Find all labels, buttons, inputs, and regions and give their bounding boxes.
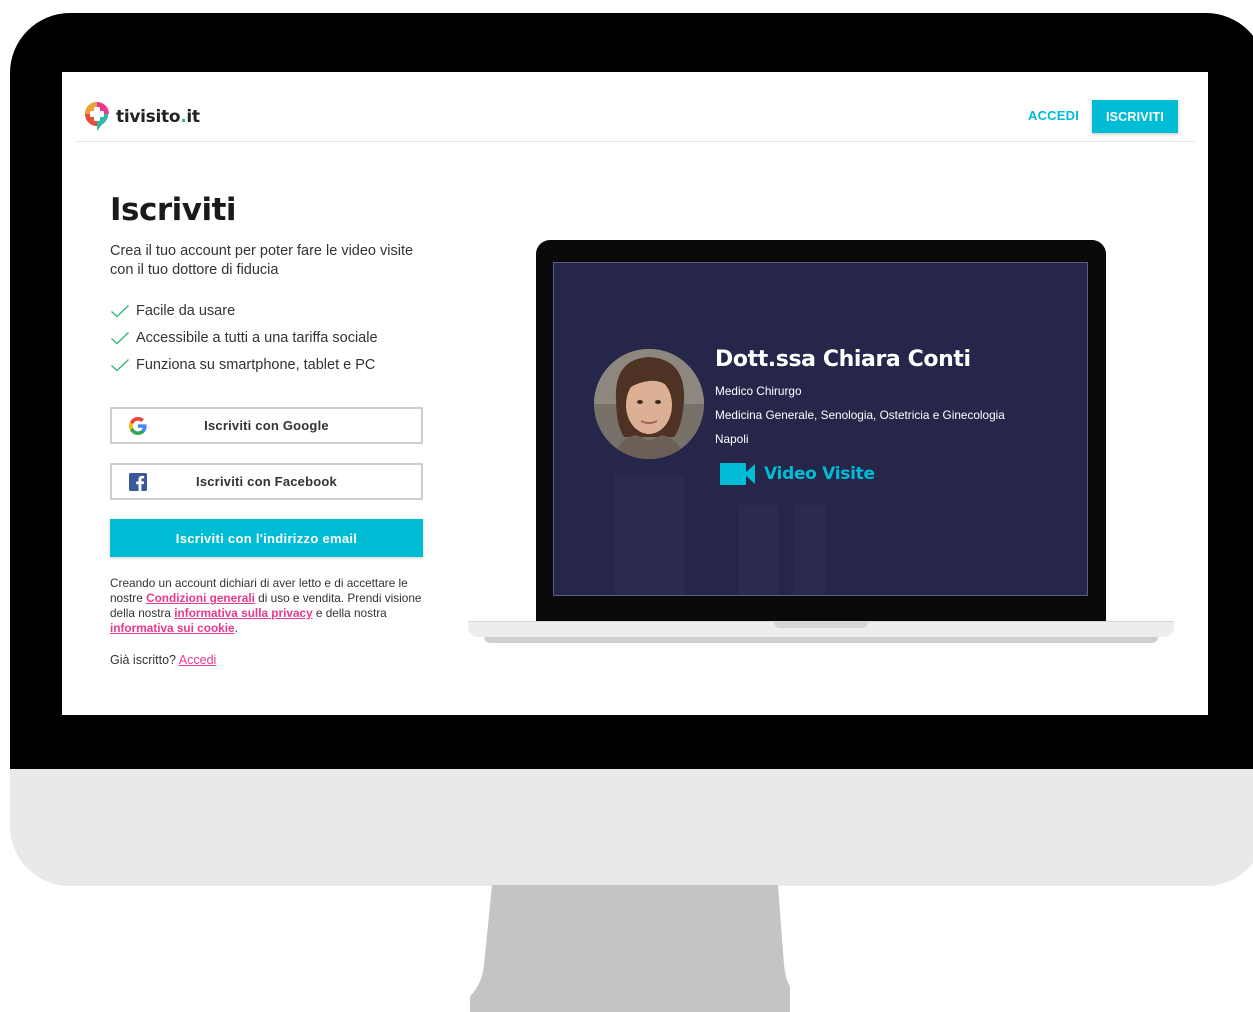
laptop-illustration: Dott.ssa Chiara Conti Medico Chirurgo Me…	[468, 240, 1174, 644]
avatar-image	[594, 349, 704, 459]
background-shape	[739, 505, 779, 595]
google-button-label: Iscriviti con Google	[204, 418, 329, 433]
already-registered-text: Già iscritto?	[110, 653, 179, 667]
laptop-lid: Dott.ssa Chiara Conti Medico Chirurgo Me…	[536, 240, 1106, 624]
facebook-button-label: Iscriviti con Facebook	[196, 474, 337, 489]
doctor-city: Napoli	[715, 432, 749, 446]
site-logo[interactable]: tivisito.it	[83, 100, 200, 134]
video-visits-badge: Video Visite	[720, 462, 875, 486]
already-registered: Già iscritto? Accedi	[110, 653, 216, 667]
monitor-stand	[470, 885, 790, 1012]
feature-item: Accessibile a tutti a una tariffa social…	[110, 324, 430, 351]
doctor-name: Dott.ssa Chiara Conti	[715, 347, 971, 372]
feature-item: Funziona su smartphone, tablet e PC	[110, 351, 430, 378]
cookie-policy-link[interactable]: informativa sui cookie	[110, 621, 235, 635]
feature-list: Facile da usare Accessibile a tutti a un…	[110, 297, 430, 378]
doctor-profile-card: Dott.ssa Chiara Conti Medico Chirurgo Me…	[553, 262, 1088, 596]
laptop-notch	[774, 621, 868, 628]
background-shape	[614, 475, 684, 595]
facebook-icon	[129, 473, 147, 491]
feature-label: Facile da usare	[136, 302, 236, 319]
laptop-base-edge	[484, 637, 1158, 643]
video-camera-icon	[720, 463, 755, 485]
nav-signup-button[interactable]: ISCRIVITI	[1092, 100, 1178, 133]
privacy-policy-link[interactable]: informativa sulla privacy	[174, 606, 312, 620]
video-visits-label: Video Visite	[764, 464, 875, 484]
background-shape	[794, 505, 826, 595]
terms-conditions-link[interactable]: Condizioni generali	[146, 591, 255, 605]
monitor-chin	[10, 769, 1253, 886]
facebook-signup-button[interactable]: Iscriviti con Facebook	[110, 463, 423, 500]
feature-label: Funziona su smartphone, tablet e PC	[136, 356, 376, 373]
google-signup-button[interactable]: Iscriviti con Google	[110, 407, 423, 444]
doctor-specialties: Medicina Generale, Senologia, Ostetricia…	[715, 408, 1005, 422]
check-icon	[111, 331, 129, 344]
page-title: Iscriviti	[110, 192, 237, 228]
login-link[interactable]: Accedi	[179, 653, 217, 667]
top-navigation-bar: tivisito.it ACCEDI ISCRIVITI	[75, 72, 1195, 142]
google-icon	[129, 417, 147, 435]
doctor-role: Medico Chirurgo	[715, 384, 802, 398]
terms-notice: Creando un account dichiari di aver lett…	[110, 576, 430, 636]
browser-viewport: tivisito.it ACCEDI ISCRIVITI Iscriviti C…	[62, 72, 1208, 715]
email-signup-button[interactable]: Iscriviti con l'indirizzo email	[110, 519, 423, 557]
check-icon	[111, 358, 129, 371]
doctor-avatar	[594, 349, 704, 459]
feature-label: Accessibile a tutti a una tariffa social…	[136, 329, 378, 346]
nav-login-link[interactable]: ACCEDI	[1028, 108, 1079, 123]
check-icon	[111, 304, 129, 317]
feature-item: Facile da usare	[110, 297, 430, 324]
signup-intro: Crea il tuo account per poter fare le vi…	[110, 243, 414, 278]
terms-text: .	[234, 621, 238, 635]
medical-cross-chat-icon	[85, 102, 109, 131]
terms-text: e della nostra	[312, 606, 387, 620]
signup-panel: Iscriviti Crea il tuo account per poter …	[110, 192, 430, 667]
logo-wordmark: tivisito.it	[116, 107, 200, 127]
